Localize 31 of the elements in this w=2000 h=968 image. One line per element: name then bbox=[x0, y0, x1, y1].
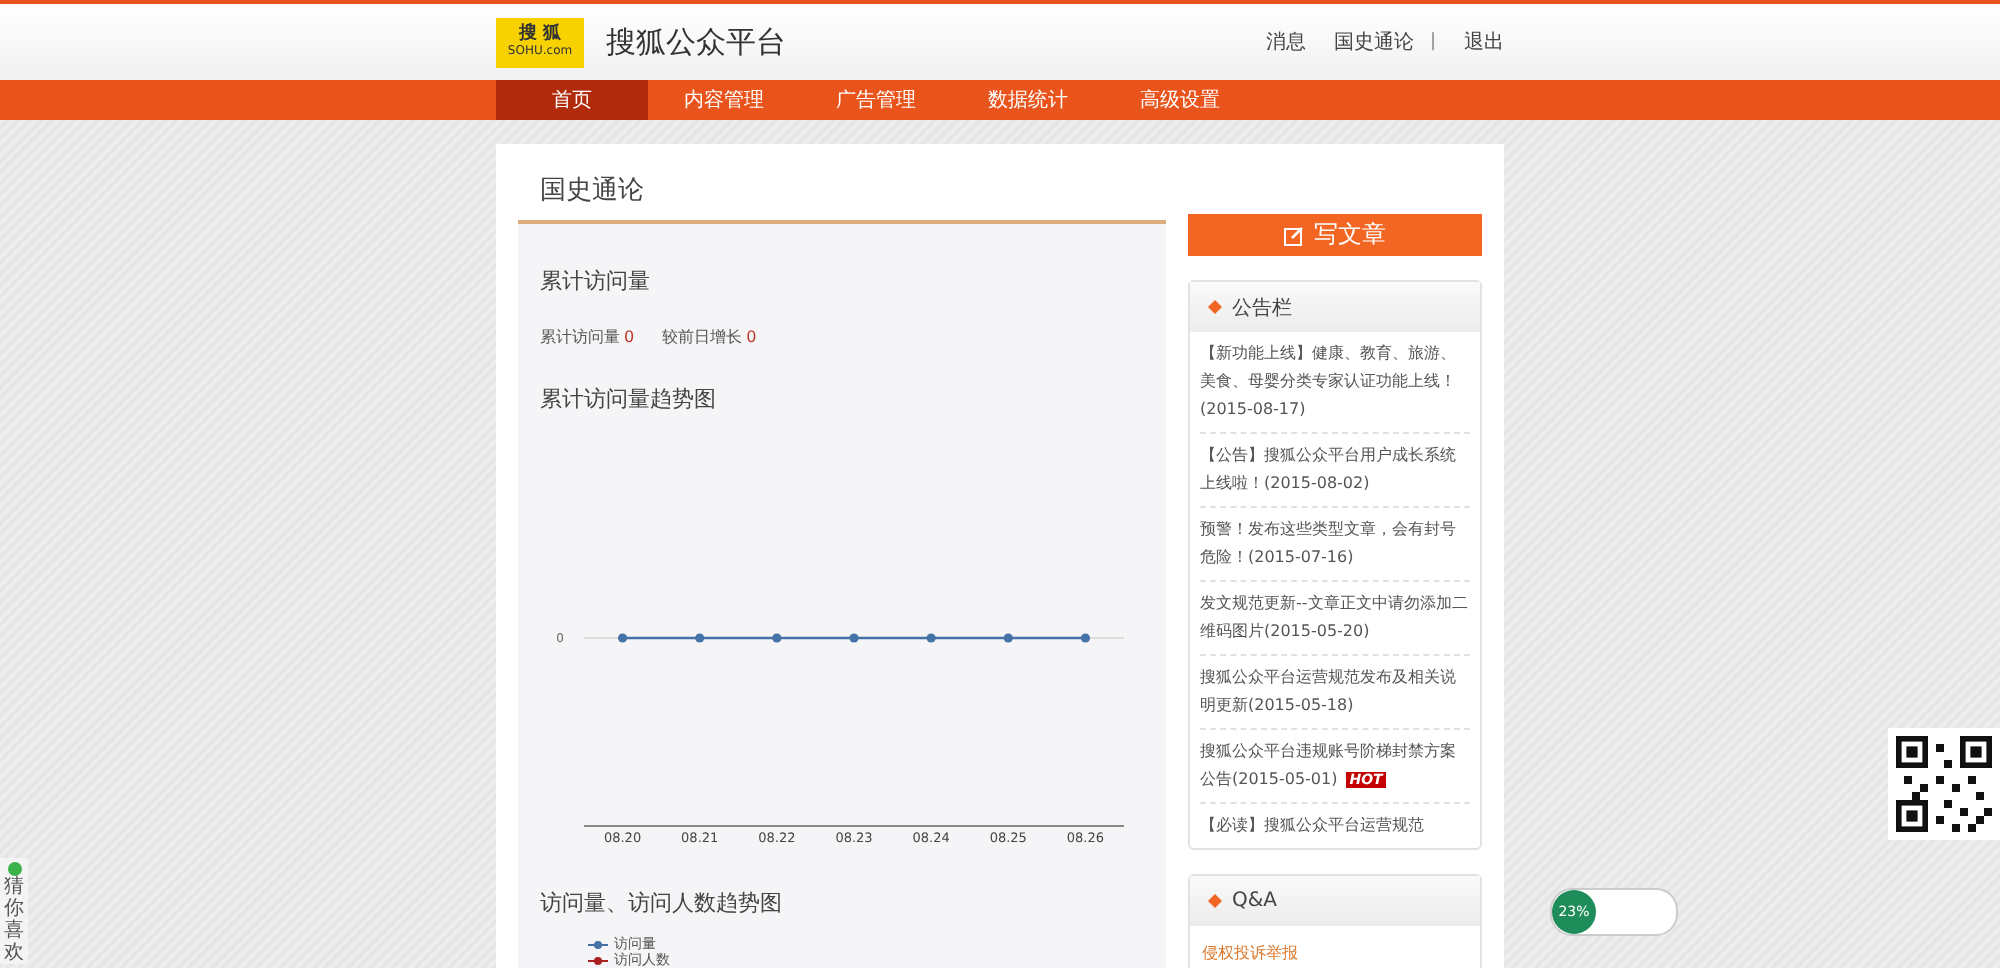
status-dot-icon bbox=[7, 862, 21, 876]
notice-link[interactable]: 发文规范更新--文章正文中请勿添加二维码图片(2015-05-20) bbox=[1200, 590, 1470, 646]
header-link[interactable]: 消息 bbox=[1265, 28, 1306, 56]
nav-tab[interactable]: 首页 bbox=[496, 80, 648, 120]
section-heading: 累计访问量 bbox=[540, 268, 652, 294]
separator: | bbox=[1429, 32, 1436, 52]
panel-title: 公告栏 bbox=[1232, 295, 1292, 321]
stat-label: 较前日增长 bbox=[662, 328, 743, 346]
nav-tab[interactable]: 广告管理 bbox=[800, 80, 952, 120]
nav-tab[interactable]: 数据统计 bbox=[952, 80, 1104, 120]
notice-link[interactable]: 【新功能上线】健康、教育、旅游、美食、母婴分类专家认证功能上线！(2015-08-17) bbox=[1200, 340, 1470, 424]
edit-icon bbox=[1284, 225, 1304, 245]
chart-title: 访问量、访问人数趋势图 bbox=[540, 890, 784, 916]
stat-value: 0 bbox=[624, 328, 635, 346]
site-title: 搜狐公众平台 bbox=[606, 23, 786, 61]
chart-title: 累计访问量趋势图 bbox=[540, 386, 718, 412]
stat-value: 0 bbox=[746, 328, 757, 346]
header-link[interactable]: 国史通论 bbox=[1333, 28, 1414, 56]
stat-label: 累计访问量 bbox=[540, 328, 620, 346]
notice-link[interactable]: 【公告】搜狐公众平台用户成长系统上线啦！(2015-08-02) bbox=[1200, 442, 1470, 498]
header-link[interactable]: 退出 bbox=[1464, 28, 1504, 56]
notice-link[interactable]: 预警！发布这些类型文章，会有封号危险！(2015-07-16) bbox=[1200, 516, 1470, 572]
nav-tab[interactable]: 高级设置 bbox=[1104, 80, 1256, 120]
notice-link[interactable]: 搜狐公众平台运营规范发布及相关说明更新(2015-05-18) bbox=[1200, 664, 1470, 720]
nav-tab[interactable]: 内容管理 bbox=[648, 80, 800, 120]
notice-link[interactable]: 【必读】搜狐公众平台运营规范 bbox=[1200, 812, 1470, 840]
diamond-icon bbox=[1208, 300, 1222, 314]
side-tab[interactable]: 猜你喜欢 bbox=[0, 858, 28, 964]
panel-title: Q&A bbox=[1232, 890, 1278, 912]
diamond-icon bbox=[1208, 894, 1222, 908]
side-tab-label: 猜你喜欢 bbox=[4, 876, 24, 964]
